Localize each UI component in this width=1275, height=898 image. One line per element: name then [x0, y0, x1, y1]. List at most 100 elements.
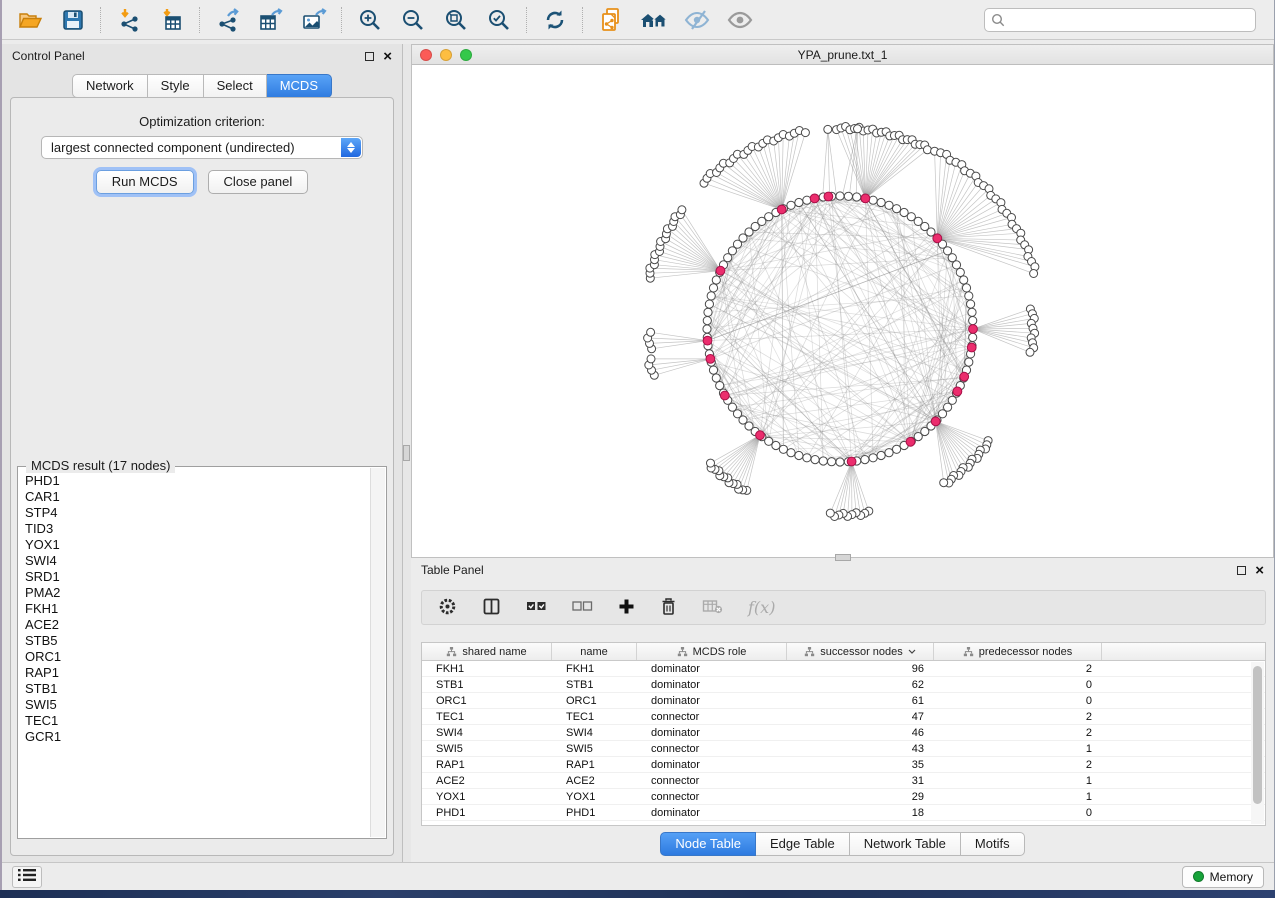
column-header-shared-name[interactable]: shared name	[422, 643, 552, 660]
mcds-result-item[interactable]: SWI4	[19, 553, 370, 569]
network-node[interactable]	[968, 308, 976, 316]
mcds-node[interactable]	[847, 457, 856, 466]
network-node[interactable]	[705, 300, 713, 308]
network-node[interactable]	[709, 366, 717, 374]
network-node[interactable]	[795, 451, 803, 459]
network-node[interactable]	[854, 125, 862, 133]
table-row[interactable]: ORC1ORC1dominator610	[422, 693, 1265, 709]
table-cell[interactable]: 29	[787, 789, 934, 804]
table-cell[interactable]: connector	[637, 741, 787, 756]
import-network-button[interactable]	[107, 3, 150, 37]
table-cell[interactable]: connector	[637, 789, 787, 804]
table-cell[interactable]: PHD1	[552, 805, 637, 820]
zoom-in-button[interactable]	[348, 3, 391, 37]
table-cell[interactable]: ORC1	[422, 693, 552, 708]
table-cell[interactable]: 18	[787, 805, 934, 820]
network-node[interactable]	[709, 284, 717, 292]
table-cell[interactable]: 31	[787, 773, 934, 788]
tab-motifs[interactable]: Motifs	[961, 832, 1025, 856]
select-all-button[interactable]	[526, 599, 547, 616]
mcds-node[interactable]	[933, 234, 942, 243]
table-scrollbar-thumb[interactable]	[1253, 666, 1262, 804]
mcds-node[interactable]	[969, 325, 978, 334]
network-node[interactable]	[1026, 348, 1034, 356]
tab-node-table[interactable]: Node Table	[660, 832, 756, 856]
table-cell[interactable]: ORC1	[552, 693, 637, 708]
splitter-grabber[interactable]	[403, 445, 410, 461]
network-node[interactable]	[703, 317, 711, 325]
network-node[interactable]	[869, 454, 877, 462]
table-cell[interactable]: YOX1	[422, 789, 552, 804]
tab-style[interactable]: Style	[148, 74, 204, 98]
add-column-button[interactable]	[618, 598, 635, 618]
network-node[interactable]	[844, 192, 852, 200]
column-header-mcds-role[interactable]: MCDS role	[637, 643, 787, 660]
network-node[interactable]	[707, 459, 715, 467]
network-node[interactable]	[853, 193, 861, 201]
network-node[interactable]	[824, 125, 832, 133]
network-node[interactable]	[893, 205, 901, 213]
network-node[interactable]	[678, 206, 686, 214]
column-header-name[interactable]: name	[552, 643, 637, 660]
network-node[interactable]	[1030, 270, 1038, 278]
zoom-out-button[interactable]	[391, 3, 434, 37]
network-node[interactable]	[712, 276, 720, 284]
network-node[interactable]	[885, 201, 893, 209]
table-cell[interactable]: PHD1	[422, 805, 552, 820]
zoom-fit-button[interactable]	[434, 3, 477, 37]
first-neighbors-button[interactable]	[632, 3, 675, 37]
mcds-result-item[interactable]: STB5	[19, 633, 370, 649]
network-node[interactable]	[707, 292, 715, 300]
network-node[interactable]	[861, 456, 869, 464]
mcds-node[interactable]	[953, 387, 962, 396]
export-network-button[interactable]	[206, 3, 249, 37]
memory-button[interactable]: Memory	[1182, 866, 1264, 888]
table-cell[interactable]: RAP1	[422, 757, 552, 772]
mcds-result-item[interactable]: PHD1	[19, 473, 370, 489]
table-cell[interactable]: 1	[934, 741, 1102, 756]
table-cell[interactable]: 1	[934, 789, 1102, 804]
network-node[interactable]	[704, 308, 712, 316]
table-cell[interactable]: ACE2	[552, 773, 637, 788]
table-cell[interactable]: 46	[787, 725, 934, 740]
export-image-button[interactable]	[292, 3, 335, 37]
table-cell[interactable]: 0	[934, 693, 1102, 708]
horizontal-splitter-grabber[interactable]	[835, 554, 851, 561]
network-node[interactable]	[923, 146, 931, 154]
network-canvas[interactable]	[412, 65, 1273, 557]
network-node[interactable]	[647, 355, 655, 363]
table-cell[interactable]: 2	[934, 725, 1102, 740]
network-node[interactable]	[716, 382, 724, 390]
table-row[interactable]: TEC1TEC1connector472	[422, 709, 1265, 725]
network-node[interactable]	[803, 454, 811, 462]
table-cell[interactable]: YOX1	[552, 789, 637, 804]
network-node[interactable]	[801, 129, 809, 137]
network-node[interactable]	[967, 300, 975, 308]
table-cell[interactable]: dominator	[637, 661, 787, 676]
network-node[interactable]	[787, 201, 795, 209]
criterion-select[interactable]: largest connected component (undirected)	[41, 136, 363, 159]
mcds-result-item[interactable]: TEC1	[19, 713, 370, 729]
delete-column-button[interactable]	[660, 597, 677, 619]
column-header-predecessor-nodes[interactable]: predecessor nodes	[934, 643, 1102, 660]
mcds-result-item[interactable]: FKH1	[19, 601, 370, 617]
mcds-result-item[interactable]: ORC1	[19, 649, 370, 665]
network-node[interactable]	[836, 458, 844, 466]
table-cell[interactable]: dominator	[637, 677, 787, 692]
table-row[interactable]: FKH1FKH1dominator962	[422, 661, 1265, 677]
table-cell[interactable]: STB1	[552, 677, 637, 692]
table-cell[interactable]: RAP1	[552, 757, 637, 772]
table-cell[interactable]: 2	[934, 661, 1102, 676]
column-header-successor-nodes[interactable]: successor nodes	[787, 643, 934, 660]
mcds-result-item[interactable]: PMA2	[19, 585, 370, 601]
table-cell[interactable]: dominator	[637, 693, 787, 708]
table-row[interactable]: SWI5SWI5connector431	[422, 741, 1265, 757]
table-cell[interactable]: 0	[934, 677, 1102, 692]
mcds-result-item[interactable]: SWI5	[19, 697, 370, 713]
table-cell[interactable]: dominator	[637, 757, 787, 772]
network-node[interactable]	[969, 317, 977, 325]
table-cell[interactable]: dominator	[637, 725, 787, 740]
table-cell[interactable]: TEC1	[552, 709, 637, 724]
vertical-splitter[interactable]	[403, 44, 411, 862]
function-builder-button[interactable]: f(x)	[748, 598, 775, 617]
